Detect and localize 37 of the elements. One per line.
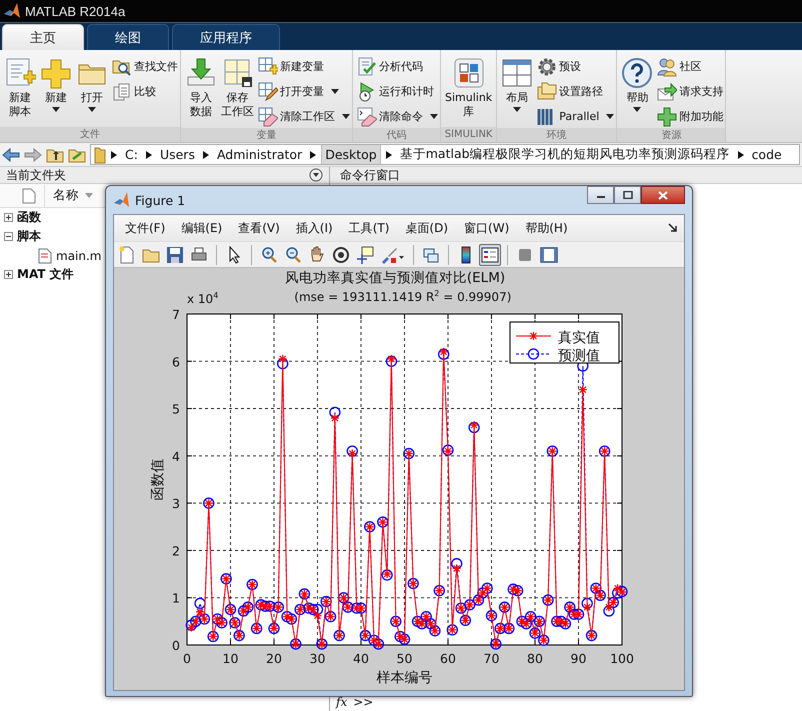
- y-tick-label: 3: [172, 496, 180, 512]
- y-tick-label: 4: [172, 448, 180, 464]
- window-title: MATLAB R2014a: [25, 4, 126, 18]
- legend-label: 真实值: [558, 330, 600, 346]
- axis-multiplier: x 10$^{4}$: [187, 290, 218, 306]
- x-tick-label: 90: [570, 651, 586, 666]
- y-tick-label: 6: [172, 354, 180, 370]
- y-tick-label: 2: [172, 543, 180, 558]
- x-tick-label: 10: [222, 651, 238, 666]
- y-axis-label: 函数值: [150, 458, 166, 500]
- section-label: 文件: [0, 127, 180, 142]
- y-tick-label: 7: [172, 307, 180, 322]
- command-prompt: >>: [353, 695, 374, 709]
- chart-subtitle: (mse = 193111.1419 R$^{2}$ = 0.99907): [294, 288, 512, 306]
- x-tick-label: 100: [610, 651, 634, 666]
- x-axis-label: 样本编号: [376, 670, 432, 686]
- x-tick-label: 80: [527, 651, 543, 666]
- y-tick-label: 0: [172, 638, 180, 653]
- section-label: 环境: [497, 128, 616, 142]
- x-tick-label: 50: [396, 651, 412, 666]
- x-tick-label: 40: [353, 651, 369, 666]
- x-tick-label: 60: [440, 651, 456, 666]
- section-label: SIMULINK: [441, 127, 496, 142]
- y-tick-label: 5: [172, 402, 180, 417]
- section-label: 变量: [181, 128, 352, 142]
- x-tick-label: 70: [484, 651, 500, 666]
- section-label: 资源: [617, 128, 726, 142]
- section-label: 代码: [353, 128, 440, 142]
- x-tick-label: 0: [183, 651, 191, 666]
- chart-title: 风电功率真实值与预测值对比(ELM): [284, 269, 506, 288]
- panel-title: 当前文件夹: [6, 166, 66, 184]
- panel-title: 命令行窗口: [340, 166, 400, 184]
- window-title: Figure 1: [135, 192, 186, 208]
- x-tick-label: 30: [310, 651, 326, 666]
- x-tick-label: 20: [266, 651, 282, 666]
- legend-label: 预测值: [558, 348, 600, 364]
- y-tick-label: 1: [172, 590, 180, 606]
